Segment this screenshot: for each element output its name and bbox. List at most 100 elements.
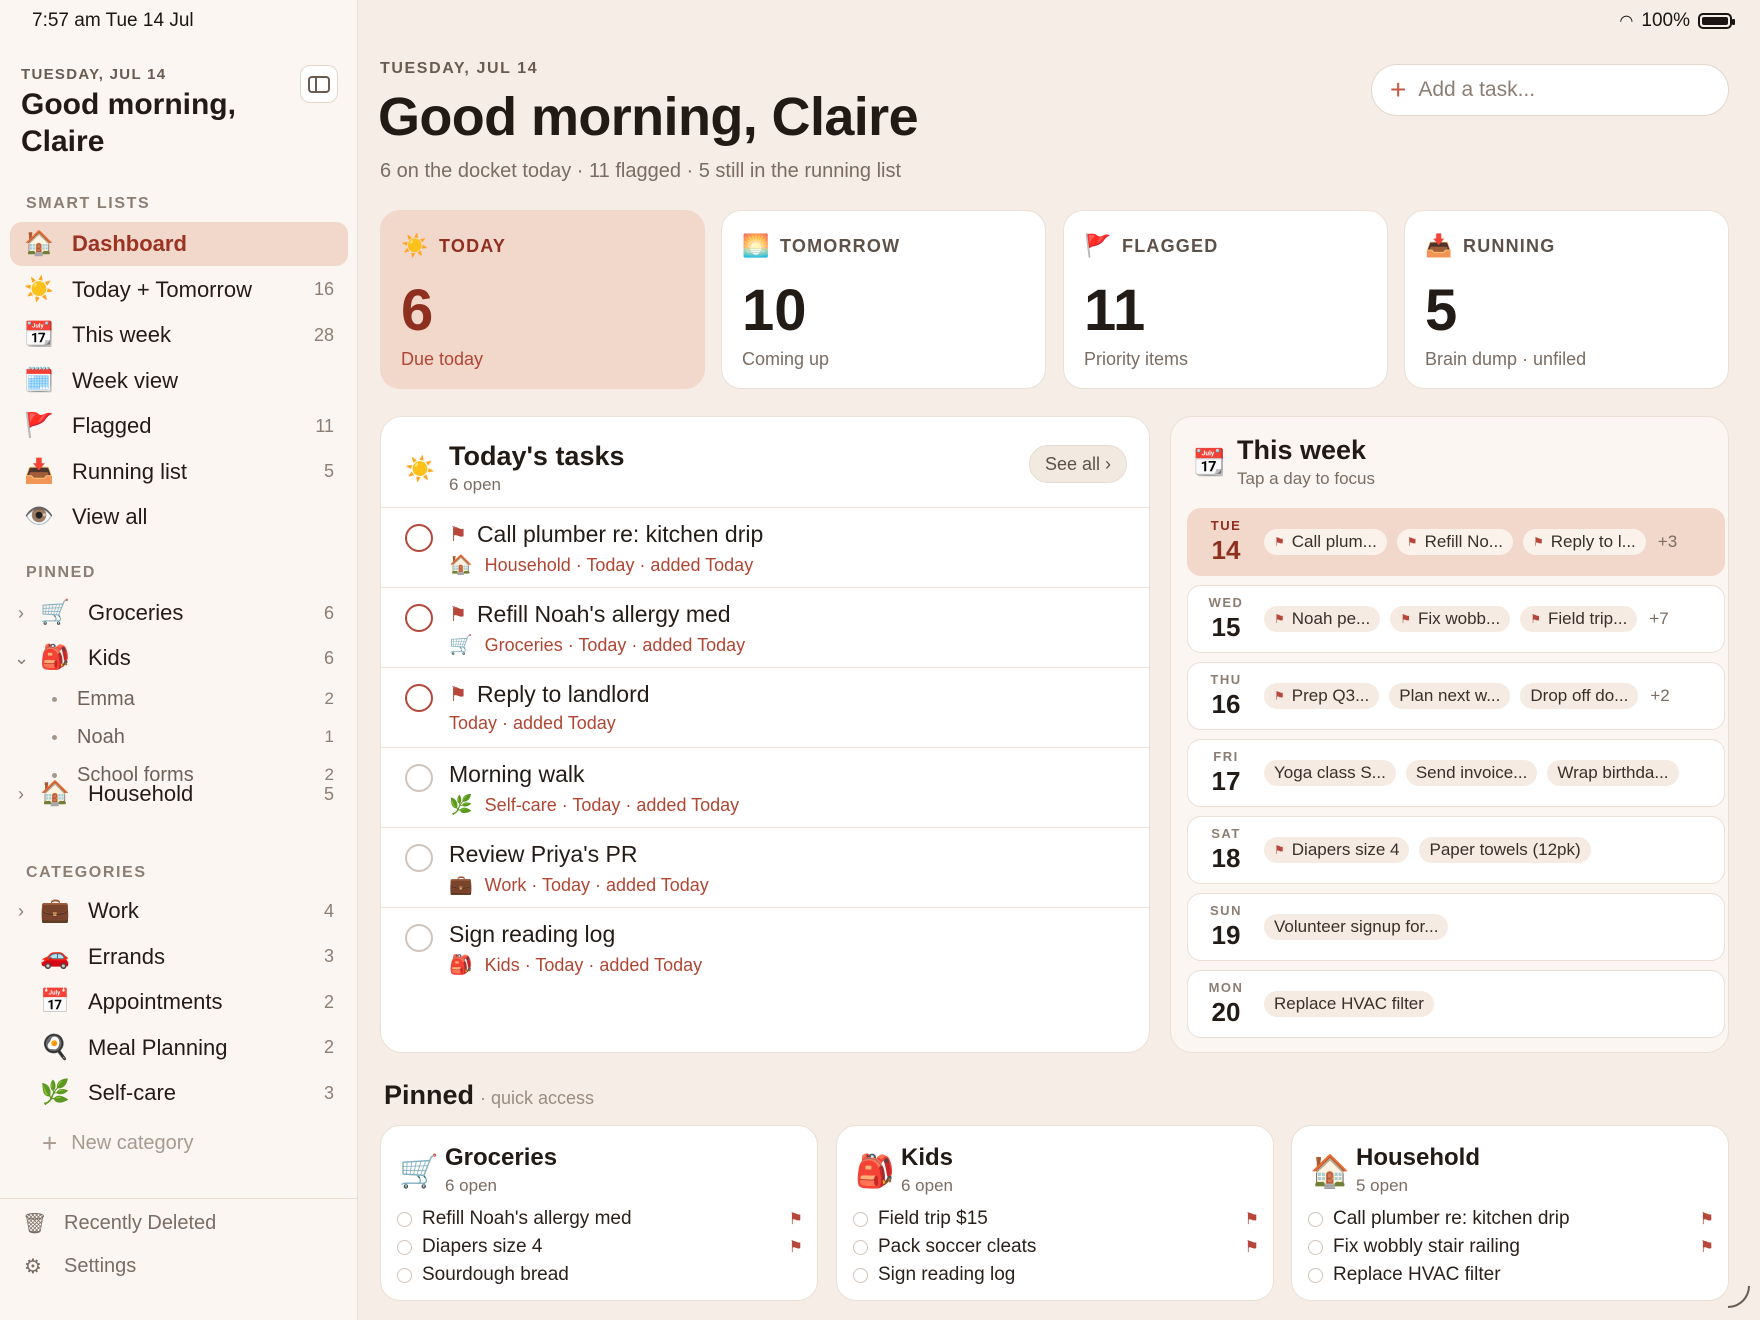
sidebar-item-meal-planning[interactable]: 🍳 Meal Planning 2 [10, 1026, 348, 1070]
week-day-sat[interactable]: SAT 18 ⚑ Diapers size 4 Paper towels (12pk) [1187, 816, 1725, 884]
task-chip[interactable]: Wrap birthda... [1547, 760, 1679, 786]
item-checkbox[interactable] [1308, 1239, 1323, 1255]
sidebar-subitem-noah[interactable]: Noah 1 [10, 719, 348, 755]
item-checkbox[interactable] [853, 1211, 868, 1227]
task-row[interactable]: ⚑ Reply to landlord Today · added Today [381, 667, 1149, 747]
task-row[interactable]: ⚑ Call plumber re: kitchen drip 🏠 Household… [381, 507, 1149, 587]
sidebar-item-count: 28 [313, 324, 334, 345]
week-day-tue[interactable]: TUE 14 ⚑ Call plum... ⚑ Refill No... ⚑ Reply to… [1187, 508, 1725, 576]
week-day-sun[interactable]: SUN 19 Volunteer signup for... [1187, 893, 1725, 961]
sidebar-item-groceries[interactable]: › 🛒 Groceries 6 [10, 591, 348, 635]
pinned-item[interactable]: Diapers size 4 ⚑ [397, 1234, 803, 1260]
sidebar-item-running-list[interactable]: 📥 Running list 5 [10, 450, 348, 494]
chevron-icon[interactable]: ⌄ [14, 648, 29, 669]
sidebar-item-label: Week view [72, 367, 178, 393]
sidebar-item-errands[interactable]: 🚗 Errands 3 [10, 935, 348, 979]
add-task-field[interactable]: + [1371, 64, 1729, 116]
sidebar-item-view-all[interactable]: 👁️ View all [10, 495, 348, 539]
task-chip[interactable]: ⚑ Field trip... [1520, 606, 1638, 632]
pinned-item[interactable]: Pack soccer cleats ⚑ [853, 1234, 1259, 1260]
task-chip[interactable]: ⚑ Noah pe... [1264, 606, 1381, 632]
item-checkbox[interactable] [1308, 1267, 1323, 1283]
sidebar-item-week-view[interactable]: 🗓️ Week view [10, 359, 348, 403]
pinned-card-kids[interactable]: 🎒 Kids 6 open Field trip $15 ⚑ Pack soccer cl… [836, 1125, 1274, 1301]
pinned-item[interactable]: Refill Noah's allergy med ⚑ [397, 1206, 803, 1232]
summary-card-tomorrow[interactable]: 🌅 TOMORROW 10 Coming up [721, 210, 1046, 389]
task-row[interactable]: Sign reading log 🎒 Kids · Today · added To… [381, 907, 1149, 987]
pinned-item[interactable]: Field trip $15 ⚑ [853, 1206, 1259, 1232]
week-day-wed[interactable]: WED 15 ⚑ Noah pe... ⚑ Fix wobb... ⚑ Field trip.… [1187, 585, 1725, 653]
resize-handle[interactable] [1728, 1286, 1750, 1308]
sidebar-item-work[interactable]: › 💼 Work 4 [10, 889, 348, 933]
task-chip[interactable]: Replace HVAC filter [1264, 991, 1434, 1017]
pinned-item[interactable]: Replace HVAC filter [1308, 1262, 1714, 1288]
item-checkbox[interactable] [397, 1267, 412, 1283]
task-checkbox[interactable] [405, 604, 433, 632]
new-category-button[interactable]: + New category [42, 1128, 193, 1159]
task-chip[interactable]: ⚑ Fix wobb... [1390, 606, 1511, 632]
sidebar-item-appointments[interactable]: 📅 Appointments 2 [10, 980, 348, 1024]
pinned-item[interactable]: Sourdough bread [397, 1262, 803, 1288]
summary-card-running[interactable]: 📥 RUNNING 5 Brain dump · unfiled [1404, 210, 1729, 389]
task-row[interactable]: Morning walk 🌿 Self-care · Today · added T… [381, 747, 1149, 827]
week-day-mon[interactable]: MON 20 Replace HVAC filter [1187, 970, 1725, 1038]
sidebar-item-dashboard[interactable]: 🏠 Dashboard [10, 222, 348, 266]
task-chip[interactable]: ⚑ Diapers size 4 [1264, 837, 1410, 863]
task-chip[interactable]: ⚑ Reply to l... [1522, 529, 1646, 555]
day-of-week: SAT [1211, 826, 1241, 841]
task-chip[interactable]: ⚑ Prep Q3... [1264, 683, 1380, 709]
trash-icon: 🗑 [22, 1213, 48, 1235]
item-checkbox[interactable] [853, 1267, 868, 1283]
item-checkbox[interactable] [853, 1239, 868, 1255]
week-day-fri[interactable]: FRI 17 Yoga class S... Send invoice... Wrap … [1187, 739, 1725, 807]
pinned-item[interactable]: Sign reading log [853, 1262, 1259, 1288]
see-all-button[interactable]: See all › [1028, 445, 1127, 483]
add-task-input[interactable] [1418, 78, 1699, 102]
task-checkbox[interactable] [405, 844, 433, 872]
task-checkbox[interactable] [405, 924, 433, 952]
summary-card-flagged[interactable]: 🚩 FLAGGED 11 Priority items [1063, 210, 1388, 389]
task-chip[interactable]: Volunteer signup for... [1264, 914, 1449, 940]
calendar-icon: 📆 [1193, 447, 1226, 477]
sidebar-item-today-tomorrow[interactable]: ☀️ Today + Tomorrow 16 [10, 268, 348, 312]
pinned-card-count: 6 open [445, 1176, 497, 1195]
sidebar-item-kids[interactable]: ⌄ 🎒 Kids 6 [10, 636, 348, 680]
recently-deleted-button[interactable]: 🗑 Recently Deleted [22, 1211, 216, 1236]
settings-button[interactable]: ⚙ Settings [22, 1254, 136, 1279]
sidebar-item-self-care[interactable]: 🌿 Self-care 3 [10, 1071, 348, 1115]
task-row[interactable]: ⚑ Refill Noah's allergy med 🛒 Groceries · T… [381, 587, 1149, 667]
task-chip[interactable]: Plan next w... [1389, 683, 1511, 709]
task-category-icon: 🏠 [449, 555, 473, 576]
task-chip[interactable]: Drop off do... [1520, 683, 1639, 709]
more-count[interactable]: +3 [1658, 532, 1677, 552]
task-chip[interactable]: Yoga class S... [1264, 760, 1396, 786]
item-checkbox[interactable] [397, 1239, 412, 1255]
task-chip-label: Wrap birthda... [1557, 763, 1669, 782]
sidebar-item-this-week[interactable]: 📆 This week 28 [10, 313, 348, 357]
sidebar-subitem-emma[interactable]: Emma 2 [10, 681, 348, 717]
task-chip[interactable]: Send invoice... [1405, 760, 1538, 786]
task-chip[interactable]: ⚑ Call plum... [1264, 529, 1387, 555]
sidebar-subitem-school-forms[interactable]: School forms 2 [10, 757, 348, 793]
pinned-card-household[interactable]: 🏠 Household 5 open Call plumber re: kitchen… [1291, 1125, 1729, 1301]
more-count[interactable]: +7 [1649, 609, 1668, 629]
week-day-thu[interactable]: THU 16 ⚑ Prep Q3... Plan next w... Drop off d… [1187, 662, 1725, 730]
sidebar-toggle-button[interactable] [300, 65, 338, 103]
pinned-item[interactable]: Call plumber re: kitchen drip ⚑ [1308, 1206, 1714, 1232]
task-checkbox[interactable] [405, 764, 433, 792]
pinned-item-label: Sign reading log [878, 1264, 1016, 1285]
task-chip[interactable]: Paper towels (12pk) [1419, 837, 1591, 863]
chevron-icon[interactable]: › [14, 901, 28, 922]
item-checkbox[interactable] [397, 1211, 412, 1227]
summary-card-today[interactable]: ☀️ TODAY 6 Due today [380, 210, 705, 389]
chevron-icon[interactable]: › [14, 603, 28, 624]
task-chip[interactable]: ⚑ Refill No... [1396, 529, 1513, 555]
task-row[interactable]: Review Priya's PR 💼 Work · Today · added T… [381, 827, 1149, 907]
item-checkbox[interactable] [1308, 1211, 1323, 1227]
pinned-item[interactable]: Fix wobbly stair railing ⚑ [1308, 1234, 1714, 1260]
pinned-card-groceries[interactable]: 🛒 Groceries 6 open Refill Noah's allergy me… [380, 1125, 818, 1301]
more-count[interactable]: +2 [1650, 686, 1669, 706]
sidebar-item-flagged[interactable]: 🚩 Flagged 11 [10, 404, 348, 448]
task-checkbox[interactable] [405, 684, 433, 712]
task-checkbox[interactable] [405, 524, 433, 552]
